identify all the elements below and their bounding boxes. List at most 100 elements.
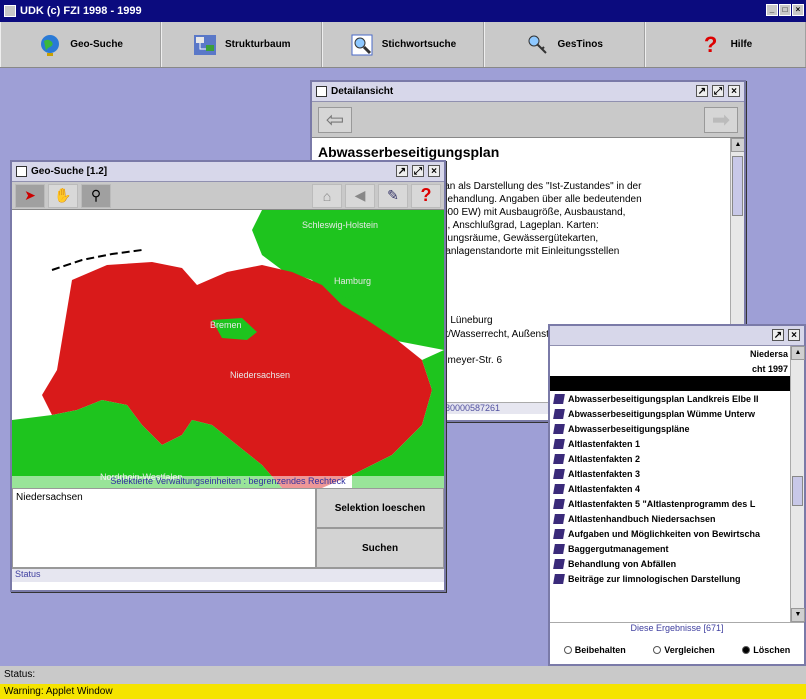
results-window-titlebar[interactable]: ↗ × <box>550 326 804 346</box>
result-item[interactable]: Niedersa <box>550 346 790 361</box>
home-button[interactable]: ⌂ <box>312 183 342 208</box>
result-item-label: Altlastenfakten 2 <box>568 453 641 464</box>
label-hamburg: Hamburg <box>334 276 371 286</box>
label-bremen: Bremen <box>210 320 242 330</box>
help-button[interactable]: ? <box>411 183 441 208</box>
iconify-icon[interactable]: ↗ <box>696 85 708 97</box>
scroll-down-icon[interactable]: ▼ <box>791 608 805 622</box>
app-title-bar: UDK (c) FZI 1998 - 1999 _ □ × <box>0 0 806 22</box>
detail-nav-bar: ⇦ ➡ <box>312 102 744 138</box>
previous-view-button[interactable]: ◀ <box>345 183 375 208</box>
iconify-icon[interactable]: ↗ <box>396 165 408 177</box>
result-item[interactable]: cht 1997 <box>550 361 790 376</box>
window-icon <box>16 166 27 177</box>
result-item[interactable]: Abwasserbeseitigungsplan Wümme Unterw <box>550 406 790 421</box>
result-item[interactable]: Altlastenfakten 4 <box>550 481 790 496</box>
scroll-up-icon[interactable]: ▲ <box>791 346 805 360</box>
select-tool-button[interactable]: ➤ <box>15 183 45 208</box>
strukturbaum-button[interactable]: Strukturbaum <box>161 22 323 67</box>
geo-button-column: Selektion loeschen Suchen <box>316 488 444 568</box>
minimize-icon[interactable]: _ <box>766 4 778 16</box>
radio-vergleichen[interactable]: Vergleichen <box>653 645 715 655</box>
result-item[interactable]: Behandlung von Abfällen <box>550 556 790 571</box>
close-icon[interactable]: × <box>428 165 440 177</box>
forward-button[interactable]: ➡ <box>704 106 738 133</box>
results-scrollbar[interactable]: ▲ ▼ <box>790 346 805 622</box>
radio-beibehalten[interactable]: Beibehalten <box>563 645 626 655</box>
result-item-label: Abwasserbeseitigungsplan Wümme Unterw <box>568 408 756 419</box>
clear-selection-button[interactable]: Selektion loeschen <box>316 488 444 528</box>
result-item-label: Niedersa <box>749 348 788 359</box>
result-item[interactable]: Abwasserbeseitigungsplan Landkreis Elbe … <box>550 391 790 406</box>
selection-textarea[interactable]: Niedersachsen <box>12 488 316 568</box>
back-icon: ◀ <box>354 187 366 203</box>
app-status-bar: Status: <box>0 666 806 684</box>
wand-button[interactable]: ✎ <box>378 183 408 208</box>
window-controls: _ □ × <box>766 4 804 16</box>
detail-window-titlebar[interactable]: Detailansicht ↗ ⤢ × <box>312 82 744 102</box>
scroll-thumb[interactable] <box>732 156 743 216</box>
result-item[interactable]: Altlastenhandbuch Niedersachsen <box>550 511 790 526</box>
result-item[interactable]: Altlastenfakten 5 "Altlastenprogramm des… <box>550 496 790 511</box>
result-item-label: Altlastenfakten 3 <box>568 468 641 479</box>
detail-line: nungsräume, Gewässergütekarten, <box>442 233 599 244</box>
detail-line: n, Anschlußgrad, Lageplan. Karten: <box>442 220 599 231</box>
search-button[interactable]: Suchen <box>316 528 444 568</box>
arrow-left-icon: ⇦ <box>325 106 345 132</box>
result-item[interactable] <box>550 376 790 391</box>
result-item[interactable]: Baggergutmanagement <box>550 541 790 556</box>
scroll-thumb[interactable] <box>792 476 803 506</box>
result-item[interactable]: Altlastenfakten 1 <box>550 436 790 451</box>
hilfe-button[interactable]: ? Hilfe <box>644 22 806 67</box>
detail-window-controls: ↗ ⤢ × <box>696 85 740 97</box>
result-item[interactable]: Altlastenfakten 3 <box>550 466 790 481</box>
maximize-icon[interactable]: □ <box>779 4 791 16</box>
radio-loeschen[interactable]: Löschen <box>742 645 790 655</box>
pan-tool-button[interactable]: ✋ <box>48 183 78 208</box>
book-icon <box>553 438 565 449</box>
close-icon[interactable]: × <box>728 85 740 97</box>
map-canvas[interactable]: Schleswig-Holstein Hamburg Bremen Nieder… <box>12 210 444 488</box>
close-icon[interactable]: × <box>792 4 804 16</box>
maximize-icon[interactable]: ⤢ <box>712 85 724 97</box>
desktop-area: Detailansicht ↗ ⤢ × ⇦ ➡ Abwasserbeseitig… <box>0 68 806 666</box>
result-item[interactable]: Beiträge zur limnologischen Darstellung <box>550 571 790 586</box>
book-icon <box>553 513 565 524</box>
hand-icon: ✋ <box>54 187 72 203</box>
geo-selection-panel: Niedersachsen Selektion loeschen Suchen <box>12 488 444 568</box>
arrow-pointer-icon: ➤ <box>24 187 36 203</box>
stichwortsuche-button[interactable]: Stichwortsuche <box>322 22 484 67</box>
radio-icon <box>742 646 751 654</box>
result-item-label: Baggergutmanagement <box>568 543 669 554</box>
result-item-label: Abwasserbeseitigungspläne <box>568 423 690 434</box>
result-item[interactable]: Aufgaben und Möglichkeiten von Bewirtsch… <box>550 526 790 541</box>
book-icon <box>553 408 565 419</box>
result-item-label: Altlastenfakten 1 <box>568 438 641 449</box>
map-svg[interactable]: Schleswig-Holstein Hamburg Bremen Nieder… <box>12 210 444 488</box>
geo-status-bar: Status <box>12 568 444 582</box>
key-icon <box>528 35 547 54</box>
geo-suche-button[interactable]: Geo-Suche <box>0 22 162 67</box>
geo-window-titlebar[interactable]: Geo-Suche [1.2] ↗ ⤢ × <box>12 162 444 182</box>
question-icon: ? <box>703 31 718 57</box>
book-icon <box>553 453 565 464</box>
radio-icon <box>653 646 662 654</box>
gestinos-button[interactable]: GesTinos <box>483 22 645 67</box>
iconify-icon[interactable]: ↗ <box>772 329 784 341</box>
book-icon <box>553 498 565 509</box>
results-count: Diese Ergebnisse [671] <box>550 622 804 636</box>
detail-line: ranlagenstandorte mit Einleitungsstellen <box>442 246 620 257</box>
zoom-tool-button[interactable]: ⚲ <box>81 183 111 208</box>
result-item[interactable]: Altlastenfakten 2 <box>550 451 790 466</box>
back-button[interactable]: ⇦ <box>318 106 352 133</box>
close-icon[interactable]: × <box>788 329 800 341</box>
result-item[interactable]: Abwasserbeseitigungspläne <box>550 421 790 436</box>
result-item-label: Beiträge zur limnologischen Darstellung <box>568 573 741 584</box>
result-item-label: Abwasserbeseitigungsplan Landkreis Elbe … <box>568 393 759 404</box>
tree-icon <box>194 34 217 55</box>
scroll-up-icon[interactable]: ▲ <box>731 138 744 152</box>
main-toolbar: Geo-Suche Strukturbaum Stichwortsuche Ge… <box>0 22 806 68</box>
label-niedersachsen: Niedersachsen <box>230 370 290 380</box>
maximize-icon[interactable]: ⤢ <box>412 165 424 177</box>
radio-icon <box>563 646 572 654</box>
